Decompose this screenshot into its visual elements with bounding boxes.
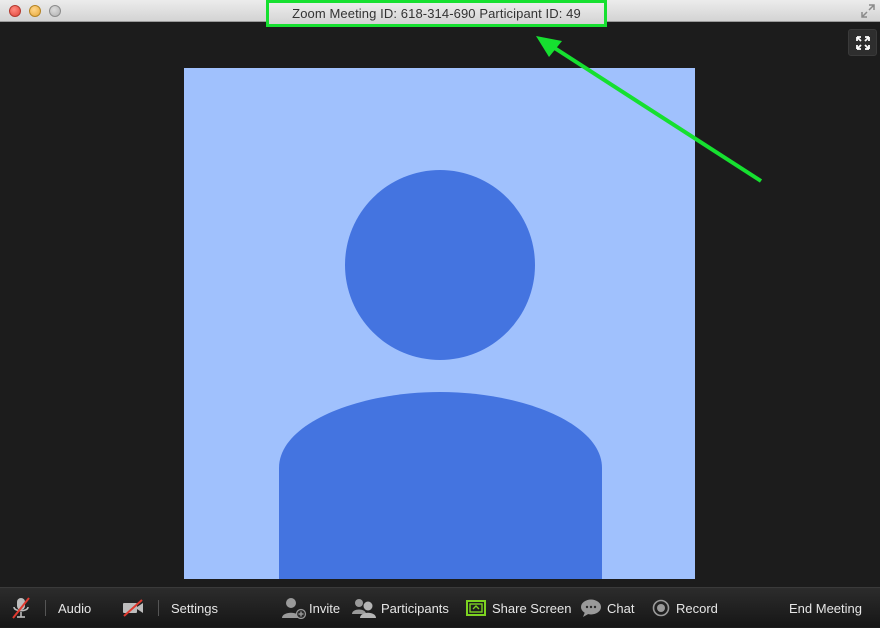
toolbar-divider: [158, 600, 159, 616]
end-meeting-button[interactable]: End Meeting: [789, 588, 862, 628]
fullscreen-expand-icon: [855, 35, 870, 50]
settings-button[interactable]: Settings: [171, 588, 218, 628]
window-close-button[interactable]: [9, 5, 21, 17]
avatar-placeholder-icon: [279, 170, 602, 579]
window-title: Zoom Meeting ID: 618-314-690 Participant…: [292, 6, 581, 21]
chat-label: Chat: [607, 600, 635, 616]
chat-button[interactable]: Chat: [580, 588, 634, 628]
share-screen-button[interactable]: Share Screen: [465, 588, 572, 628]
participant-video-tile: [184, 68, 695, 579]
record-label: Record: [676, 600, 718, 616]
share-screen-label: Share Screen: [492, 600, 572, 616]
stop-video-button[interactable]: [122, 588, 144, 628]
participants-label: Participants: [381, 600, 449, 616]
video-camera-off-icon: [123, 599, 143, 617]
expand-video-button[interactable]: [848, 29, 877, 56]
record-button[interactable]: Record: [652, 588, 718, 628]
meeting-toolbar: Audio Settings Invite Participants Share…: [0, 587, 880, 627]
audio-label: Audio: [58, 600, 92, 616]
microphone-muted-icon: [12, 597, 30, 619]
fullscreen-corner-icon[interactable]: [860, 3, 876, 19]
meeting-id-highlight-box: Zoom Meeting ID: 618-314-690 Participant…: [266, 0, 607, 27]
participants-button[interactable]: Participants: [351, 588, 449, 628]
invite-label: Invite: [309, 600, 341, 616]
end-meeting-label: End Meeting: [789, 600, 862, 616]
invite-button[interactable]: Invite: [281, 588, 340, 628]
settings-label: Settings: [171, 600, 218, 616]
window-minimize-button[interactable]: [29, 5, 41, 17]
add-person-icon: [282, 598, 307, 619]
chat-bubble-icon: [581, 599, 601, 617]
toolbar-divider: [45, 600, 46, 616]
people-icon: [352, 599, 376, 618]
mute-button[interactable]: [10, 588, 32, 628]
window-zoom-button[interactable]: [49, 5, 61, 17]
audio-button[interactable]: Audio: [58, 588, 91, 628]
share-screen-icon: [466, 600, 486, 616]
record-icon: [652, 599, 670, 617]
